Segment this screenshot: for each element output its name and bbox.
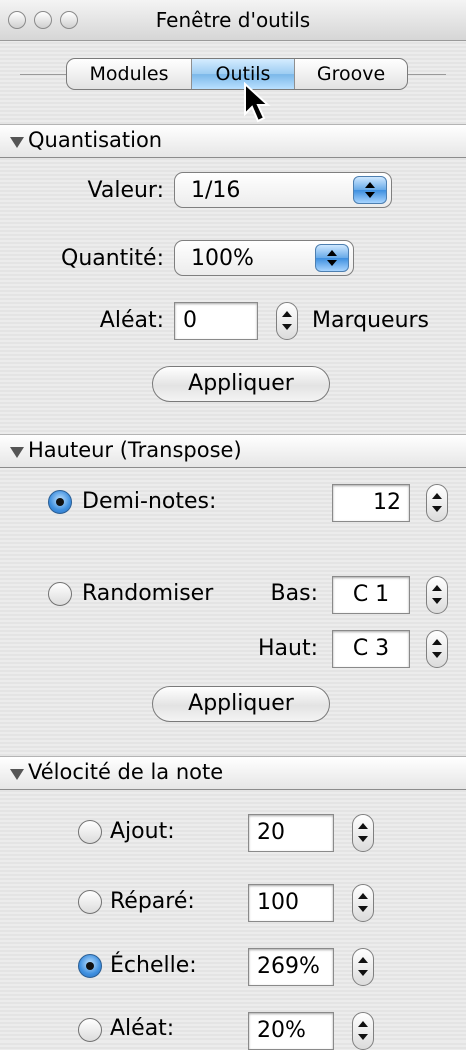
ajout-radio[interactable] bbox=[78, 820, 102, 844]
title-bar: Fenêtre d'outils bbox=[0, 0, 466, 41]
aleat-velocity-field[interactable]: 20% bbox=[248, 1012, 334, 1050]
valeur-label: Valeur: bbox=[87, 178, 164, 203]
echelle-radio[interactable] bbox=[78, 954, 102, 978]
randomiser-radio[interactable] bbox=[48, 582, 72, 606]
haut-stepper[interactable] bbox=[426, 630, 448, 668]
repare-radio[interactable] bbox=[78, 890, 102, 914]
echelle-stepper[interactable] bbox=[352, 948, 374, 986]
aleat-velocity-label: Aléat: bbox=[110, 1016, 175, 1041]
aleat-velocity-radio[interactable] bbox=[78, 1018, 102, 1042]
aleat-label: Aléat: bbox=[99, 308, 164, 333]
repare-stepper[interactable] bbox=[352, 884, 374, 922]
randomiser-label: Randomiser bbox=[82, 581, 214, 606]
valeur-value: 1/16 bbox=[191, 178, 241, 203]
section-header-hauteur[interactable]: Hauteur (Transpose) bbox=[0, 434, 466, 468]
window-title: Fenêtre d'outils bbox=[155, 8, 311, 32]
popup-arrows-icon bbox=[353, 176, 387, 204]
repare-field[interactable]: 100 bbox=[248, 884, 334, 922]
ajout-label: Ajout: bbox=[110, 819, 175, 844]
marqueurs-label: Marqueurs bbox=[312, 308, 430, 333]
aleat-stepper[interactable] bbox=[276, 302, 298, 340]
tab-groove[interactable]: Groove bbox=[294, 59, 407, 89]
demi-notes-radio[interactable] bbox=[48, 490, 72, 514]
tab-segmented-control: Modules Outils Groove bbox=[66, 58, 408, 90]
bas-field[interactable]: C 1 bbox=[332, 576, 410, 614]
echelle-field[interactable]: 269% bbox=[248, 948, 334, 986]
disclosure-triangle-icon[interactable] bbox=[10, 447, 24, 458]
echelle-label: Échelle: bbox=[110, 953, 197, 978]
demi-notes-label: Demi-notes: bbox=[82, 489, 217, 514]
haut-field[interactable]: C 3 bbox=[332, 630, 410, 668]
hauteur-apply-button[interactable]: Appliquer bbox=[152, 686, 330, 722]
valeur-popup[interactable]: 1/16 bbox=[174, 172, 392, 208]
bas-stepper[interactable] bbox=[426, 576, 448, 614]
bas-label: Bas: bbox=[270, 581, 318, 606]
demi-notes-field[interactable]: 12 bbox=[332, 484, 410, 522]
quantisation-apply-button[interactable]: Appliquer bbox=[152, 366, 330, 402]
tab-modules[interactable]: Modules bbox=[67, 59, 191, 89]
ajout-field[interactable]: 20 bbox=[248, 814, 334, 852]
demi-notes-stepper[interactable] bbox=[426, 484, 448, 522]
aleat-field[interactable]: 0 bbox=[174, 302, 258, 340]
section-title: Vélocité de la note bbox=[28, 760, 224, 784]
repare-label: Réparé: bbox=[110, 889, 195, 914]
haut-label: Haut: bbox=[257, 636, 318, 661]
disclosure-triangle-icon[interactable] bbox=[10, 137, 24, 148]
section-title: Hauteur (Transpose) bbox=[28, 438, 242, 462]
mouse-cursor-icon bbox=[244, 82, 271, 123]
quantite-value: 100% bbox=[191, 246, 254, 271]
section-title: Quantisation bbox=[28, 128, 163, 152]
popup-arrows-icon bbox=[315, 244, 349, 272]
aleat-velocity-stepper[interactable] bbox=[352, 1012, 374, 1050]
section-header-velocite[interactable]: Vélocité de la note bbox=[0, 756, 466, 790]
section-header-quantisation[interactable]: Quantisation bbox=[0, 124, 466, 158]
ajout-stepper[interactable] bbox=[352, 814, 374, 852]
disclosure-triangle-icon[interactable] bbox=[10, 769, 24, 780]
quantite-popup[interactable]: 100% bbox=[174, 240, 354, 276]
quantite-label: Quantité: bbox=[61, 246, 164, 271]
